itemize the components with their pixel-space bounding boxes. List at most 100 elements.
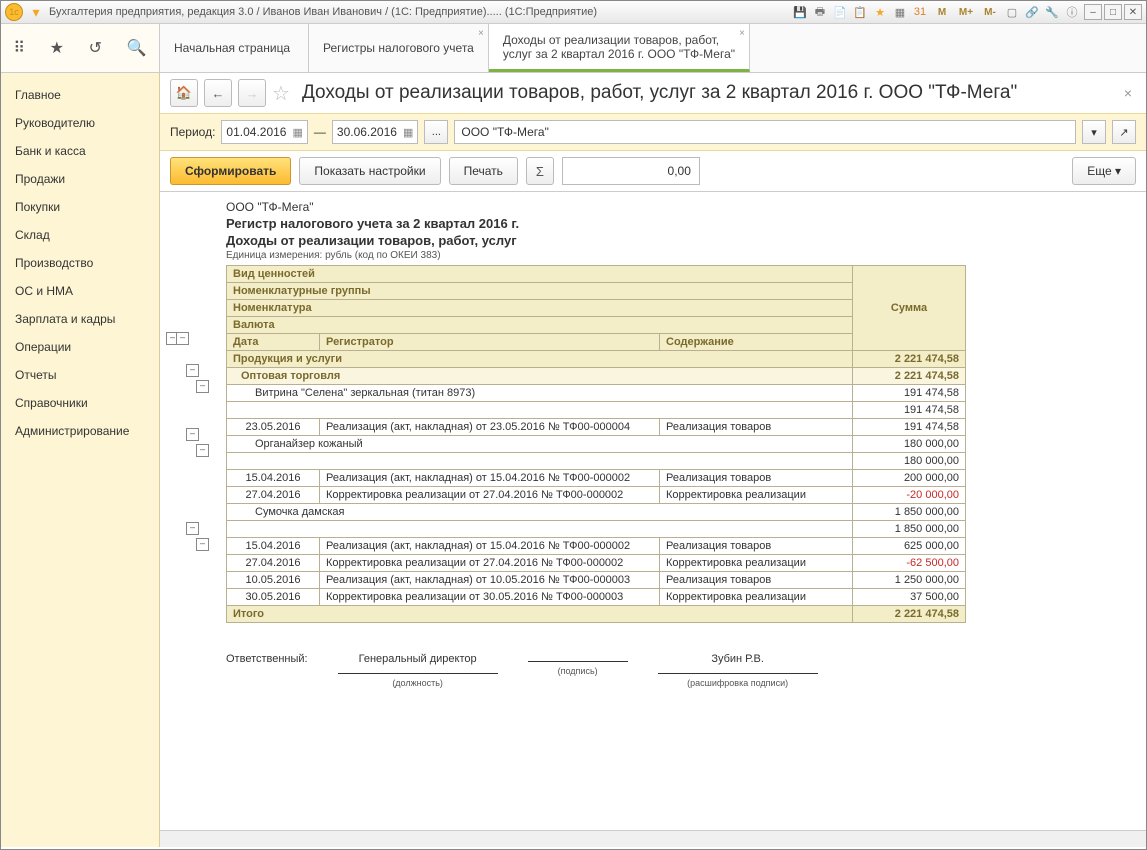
sidebar-item-admin[interactable]: Администрирование xyxy=(1,417,159,445)
sidebar-item-stock[interactable]: Склад xyxy=(1,221,159,249)
more-button[interactable]: Еще ▾ xyxy=(1072,157,1136,185)
tab-report[interactable]: Доходы от реализации товаров, работ, усл… xyxy=(489,24,750,72)
tree-toggle[interactable]: – xyxy=(176,332,189,345)
tools-icon[interactable]: 🔧 xyxy=(1043,3,1061,21)
tree-toggle[interactable]: – xyxy=(186,522,199,535)
print-button[interactable]: Печать xyxy=(449,157,518,185)
history-icon[interactable]: ↺ xyxy=(89,38,102,58)
tree-toggle[interactable]: – xyxy=(196,380,209,393)
table-row[interactable]: 27.04.2016Корректировка реализации от 27… xyxy=(227,555,966,572)
org-input[interactable]: ООО "ТФ-Мега" xyxy=(454,120,1076,144)
table-row[interactable]: 30.05.2016Корректировка реализации от 30… xyxy=(227,589,966,606)
action-bar: Сформировать Показать настройки Печать Σ… xyxy=(160,151,1146,191)
page-header: 🏠 ← → ☆ Доходы от реализации товаров, ра… xyxy=(160,73,1146,113)
report-table: Вид ценностейСумма Номенклатурные группы… xyxy=(226,265,966,623)
table-row[interactable]: Сумочка дамская1 850 000,00 xyxy=(227,504,966,521)
tab-close-icon[interactable]: × xyxy=(739,28,745,39)
home-button[interactable]: 🏠 xyxy=(170,79,198,107)
zoom-out-icon[interactable]: M- xyxy=(979,3,1001,21)
calendar-icon[interactable]: ▦ xyxy=(403,126,413,139)
save-icon[interactable]: 💾 xyxy=(791,3,809,21)
report-area[interactable]: – – – – – – – – ООО "ТФ-Мега" Регистр на… xyxy=(160,191,1146,830)
calendar-icon[interactable]: ▦ xyxy=(292,126,302,139)
quick-bar: ⠿ ★ ↺ 🔍 xyxy=(1,24,160,72)
sidebar-item-payroll[interactable]: Зарплата и кадры xyxy=(1,305,159,333)
report-title1: Регистр налогового учета за 2 квартал 20… xyxy=(226,216,966,231)
page-close-button[interactable]: × xyxy=(1120,81,1136,105)
nav-down-icon[interactable]: ▾ xyxy=(29,5,43,19)
horizontal-scrollbar[interactable] xyxy=(160,830,1146,847)
tree-toggle[interactable]: – xyxy=(196,538,209,551)
period-label: Период: xyxy=(170,125,215,139)
table-row[interactable]: 10.05.2016Реализация (акт, накладная) от… xyxy=(227,572,966,589)
sidebar-item-main[interactable]: Главное xyxy=(1,81,159,109)
tree-toggle[interactable]: – xyxy=(196,444,209,457)
zoom-m-icon[interactable]: M xyxy=(931,3,953,21)
forward-button[interactable]: → xyxy=(238,79,266,107)
table-row[interactable]: 23.05.2016Реализация (акт, накладная) от… xyxy=(227,419,966,436)
date-from-input[interactable]: 01.04.2016▦ xyxy=(221,120,307,144)
tab-start[interactable]: Начальная страница xyxy=(160,24,309,72)
app-window: 1c ▾ Бухгалтерия предприятия, редакция 3… xyxy=(0,0,1147,850)
run-button[interactable]: Сформировать xyxy=(170,157,291,185)
calendar-icon[interactable]: 31 xyxy=(911,3,929,21)
star-icon[interactable]: ★ xyxy=(50,38,64,58)
settings-button[interactable]: Показать настройки xyxy=(299,157,440,185)
content: 🏠 ← → ☆ Доходы от реализации товаров, ра… xyxy=(160,73,1146,847)
sidebar-item-bank[interactable]: Банк и касса xyxy=(1,137,159,165)
sidebar-item-sales[interactable]: Продажи xyxy=(1,165,159,193)
date-to-input[interactable]: 30.06.2016▦ xyxy=(332,120,418,144)
report-title2: Доходы от реализации товаров, работ, усл… xyxy=(226,233,966,248)
titlebar: 1c ▾ Бухгалтерия предприятия, редакция 3… xyxy=(1,1,1146,24)
table-row[interactable]: Органайзер кожаный180 000,00 xyxy=(227,436,966,453)
zoom-in-icon[interactable]: M+ xyxy=(955,3,977,21)
sidebar-item-catalogs[interactable]: Справочники xyxy=(1,389,159,417)
table-row[interactable]: Продукция и услуги2 221 474,58 xyxy=(227,351,966,368)
signature-block: Ответственный: Генеральный директор(долж… xyxy=(226,653,966,689)
print-icon[interactable]: 🖶 xyxy=(811,3,829,21)
page-title: Доходы от реализации товаров, работ, усл… xyxy=(302,82,1017,104)
tree-toggle[interactable]: – xyxy=(186,428,199,441)
sidebar-item-production[interactable]: Производство xyxy=(1,249,159,277)
sidebar-item-operations[interactable]: Операции xyxy=(1,333,159,361)
info-icon[interactable]: ⓘ xyxy=(1063,3,1081,21)
table-row[interactable]: 191 474,58 xyxy=(227,402,966,419)
search-icon[interactable]: 🔍 xyxy=(127,38,147,58)
tabs: Начальная страница Регистры налогового у… xyxy=(160,24,1146,72)
table-row[interactable]: Витрина "Селена" зеркальная (титан 8973)… xyxy=(227,385,966,402)
maximize-button[interactable]: □ xyxy=(1104,4,1122,20)
period-picker-button[interactable]: ... xyxy=(424,120,448,144)
back-button[interactable]: ← xyxy=(204,79,232,107)
sidebar-item-assets[interactable]: ОС и НМА xyxy=(1,277,159,305)
doc-icon[interactable]: 📄 xyxy=(831,3,849,21)
table-row[interactable]: 180 000,00 xyxy=(227,453,966,470)
org-open-button[interactable]: ↗ xyxy=(1112,120,1136,144)
minimize-button[interactable]: – xyxy=(1084,4,1102,20)
table-row[interactable]: 27.04.2016Корректировка реализации от 27… xyxy=(227,487,966,504)
table-row[interactable]: 15.04.2016Реализация (акт, накладная) от… xyxy=(227,470,966,487)
table-row[interactable]: 15.04.2016Реализация (акт, накладная) от… xyxy=(227,538,966,555)
close-button[interactable]: ✕ xyxy=(1124,4,1142,20)
sidebar-item-purchases[interactable]: Покупки xyxy=(1,193,159,221)
sidebar: Главное Руководителю Банк и касса Продаж… xyxy=(1,73,160,847)
tree-toggle[interactable]: – xyxy=(186,364,199,377)
sidebar-item-reports[interactable]: Отчеты xyxy=(1,361,159,389)
top-toolbar: ⠿ ★ ↺ 🔍 Начальная страница Регистры нало… xyxy=(1,24,1146,73)
clipboard-icon[interactable]: 📋 xyxy=(851,3,869,21)
favorite-toggle[interactable]: ☆ xyxy=(272,81,290,106)
favorite-icon[interactable]: ★ xyxy=(871,3,889,21)
sigma-button[interactable]: Σ xyxy=(526,157,554,185)
table-row[interactable]: 1 850 000,00 xyxy=(227,521,966,538)
report-unit: Единица измерения: рубль (код по ОКЕИ 38… xyxy=(226,250,966,261)
blank-icon[interactable]: ▢ xyxy=(1003,3,1021,21)
apps-icon[interactable]: ⠿ xyxy=(13,38,25,58)
link-icon[interactable]: 🔗 xyxy=(1023,3,1041,21)
org-dropdown-button[interactable]: ▾ xyxy=(1082,120,1106,144)
window-title: Бухгалтерия предприятия, редакция 3.0 / … xyxy=(49,6,597,18)
tab-registers[interactable]: Регистры налогового учета× xyxy=(309,24,489,72)
sidebar-item-manager[interactable]: Руководителю xyxy=(1,109,159,137)
calc-icon[interactable]: ▦ xyxy=(891,3,909,21)
app-icon: 1c xyxy=(5,3,23,21)
table-row[interactable]: Оптовая торговля2 221 474,58 xyxy=(227,368,966,385)
tab-close-icon[interactable]: × xyxy=(478,28,484,39)
